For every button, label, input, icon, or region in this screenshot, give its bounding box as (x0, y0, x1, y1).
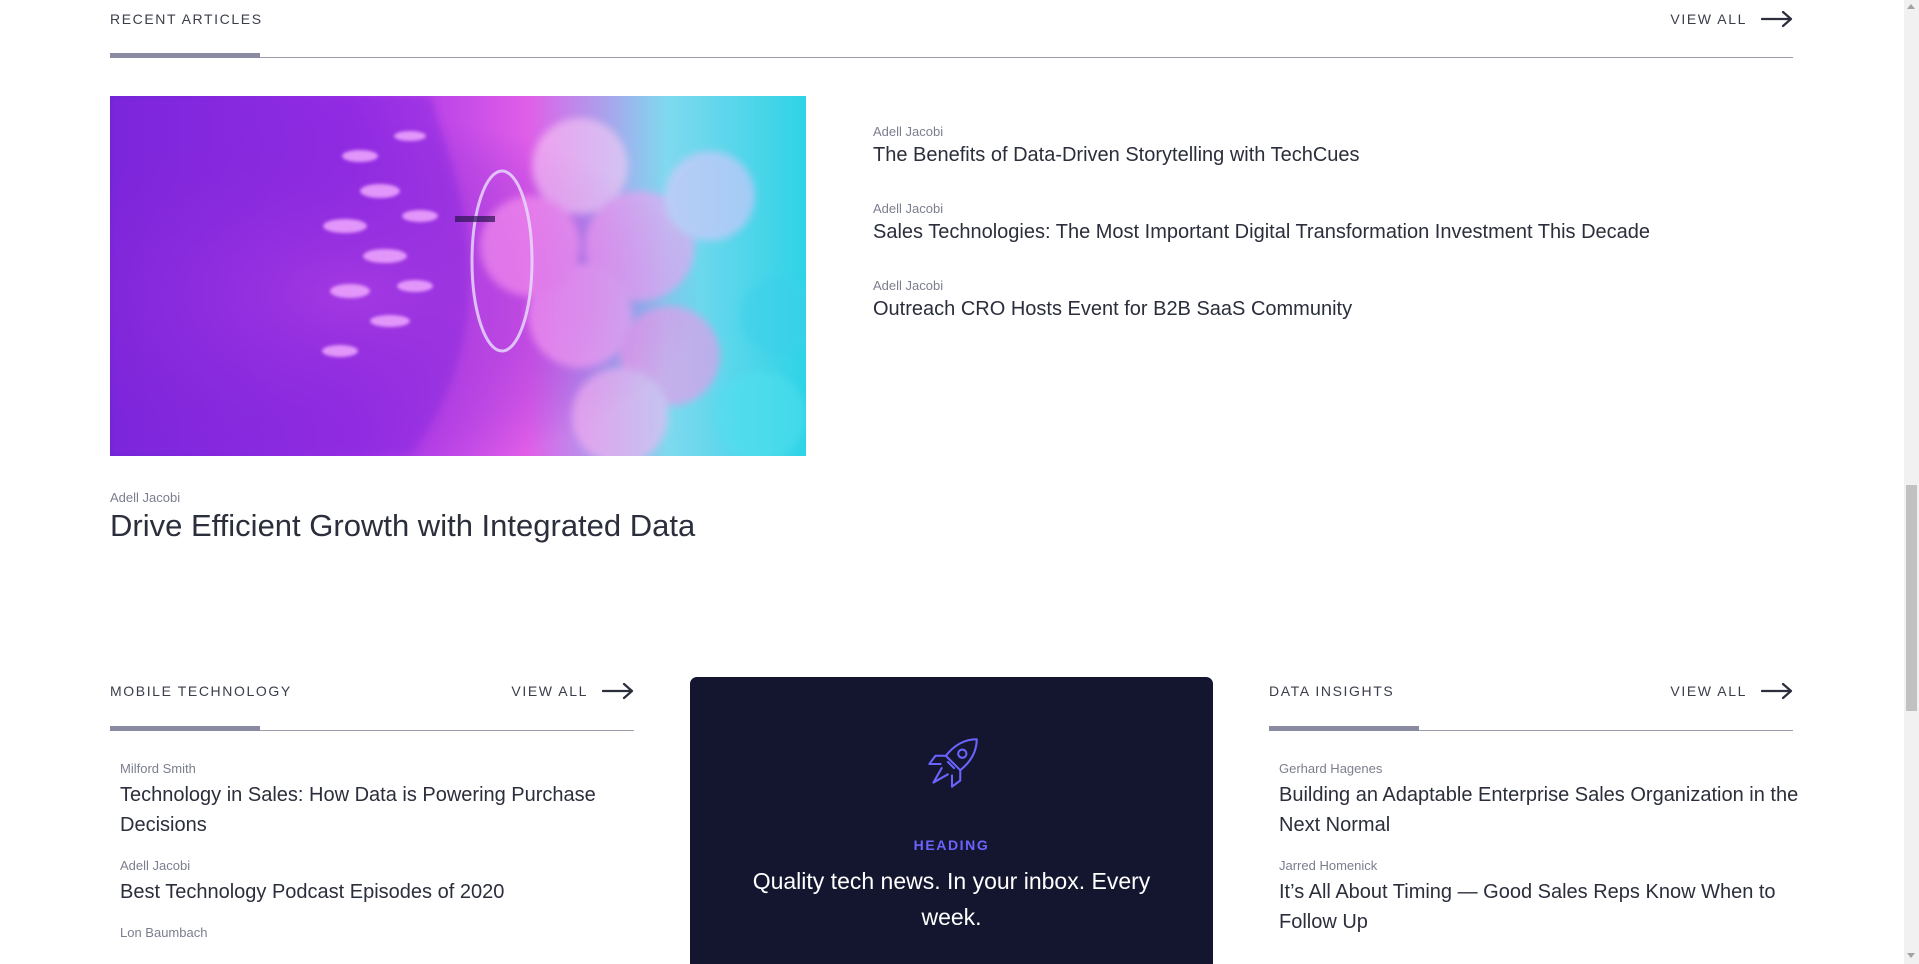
rocket-icon (928, 738, 978, 788)
list-item: Adell Jacobi Outreach CRO Hosts Event fo… (873, 278, 1813, 355)
article-author: Adell Jacobi (873, 278, 944, 293)
view-all-label: VIEW ALL (1670, 683, 1747, 699)
section-title: DATA INSIGHTS (1269, 683, 1395, 699)
section-divider-accent (110, 53, 260, 58)
recent-articles-list: Adell Jacobi The Benefits of Data-Driven… (873, 124, 1813, 355)
article-title-link[interactable]: Sales Technologies: The Most Important D… (873, 221, 1650, 243)
list-item: Adell Jacobi Best Technology Podcast Epi… (120, 858, 635, 907)
arrow-right-icon (602, 682, 634, 700)
featured-image-art (110, 96, 806, 456)
newsletter-heading: Quality tech news. In your inbox. Every … (752, 868, 1151, 930)
mobile-technology-header: MOBILE TECHNOLOGY VIEW ALL (110, 682, 634, 700)
insights-view-all-link[interactable]: VIEW ALL (1670, 682, 1793, 700)
data-insights-header: DATA INSIGHTS VIEW ALL (1269, 682, 1793, 700)
recent-view-all-link[interactable]: VIEW ALL (1670, 10, 1793, 28)
arrow-right-icon (1761, 10, 1793, 28)
article-author: Adell Jacobi (120, 858, 191, 873)
list-item: Gerhard Hagenes Building an Adaptable En… (1279, 761, 1799, 840)
list-item: Lon Baumbach (120, 925, 635, 940)
arrow-right-icon (1761, 682, 1793, 700)
article-author: Gerhard Hagenes (1279, 761, 1383, 776)
article-author: Milford Smith (120, 761, 196, 776)
data-insights-list: Gerhard Hagenes Building an Adaptable En… (1279, 761, 1799, 955)
scrollbar-thumb[interactable] (1906, 485, 1917, 711)
view-all-label: VIEW ALL (1670, 11, 1747, 27)
article-title-link[interactable]: Building an Adaptable Enterprise Sales O… (1279, 784, 1798, 836)
article-title-link[interactable]: It’s All About Timing — Good Sales Reps … (1279, 881, 1776, 933)
scroll-up-arrow-icon[interactable] (1907, 4, 1915, 9)
section-divider-accent (110, 726, 260, 731)
list-item: Adell Jacobi Sales Technologies: The Mos… (873, 201, 1813, 278)
page-scrollbar[interactable] (1904, 0, 1919, 964)
list-item: Milford Smith Technology in Sales: How D… (120, 761, 635, 840)
article-author: Adell Jacobi (873, 201, 944, 216)
article-title-link[interactable]: Technology in Sales: How Data is Powerin… (120, 784, 596, 836)
article-title-link[interactable]: Best Technology Podcast Episodes of 2020 (120, 881, 504, 903)
article-author: Jarred Homenick (1279, 858, 1378, 873)
list-item: Adell Jacobi The Benefits of Data-Driven… (873, 124, 1813, 201)
section-title: MOBILE TECHNOLOGY (110, 683, 292, 699)
section-divider (110, 57, 1793, 58)
mobile-technology-list: Milford Smith Technology in Sales: How D… (120, 761, 635, 958)
article-title-link[interactable]: Outreach CRO Hosts Event for B2B SaaS Co… (873, 298, 1352, 320)
featured-article-title[interactable]: Drive Efficient Growth with Integrated D… (110, 508, 695, 544)
featured-article-author: Adell Jacobi (110, 490, 181, 505)
article-title-link[interactable]: The Benefits of Data-Driven Storytelling… (873, 144, 1360, 166)
featured-article-image[interactable] (110, 96, 806, 456)
scroll-down-arrow-icon[interactable] (1907, 953, 1915, 958)
section-divider-accent (1269, 726, 1419, 731)
list-item: Jarred Homenick It’s All About Timing — … (1279, 858, 1799, 937)
article-author: Adell Jacobi (873, 124, 944, 139)
article-author: Lon Baumbach (120, 925, 208, 940)
mobile-view-all-link[interactable]: VIEW ALL (511, 682, 634, 700)
newsletter-card: HEADING Quality tech news. In your inbox… (690, 677, 1213, 964)
recent-articles-header: RECENT ARTICLES VIEW ALL (110, 10, 1793, 28)
newsletter-kicker: HEADING (913, 837, 990, 853)
section-title: RECENT ARTICLES (110, 11, 263, 27)
view-all-label: VIEW ALL (511, 683, 588, 699)
page: RECENT ARTICLES VIEW ALL Adell Jacobi Dr… (0, 0, 1904, 964)
